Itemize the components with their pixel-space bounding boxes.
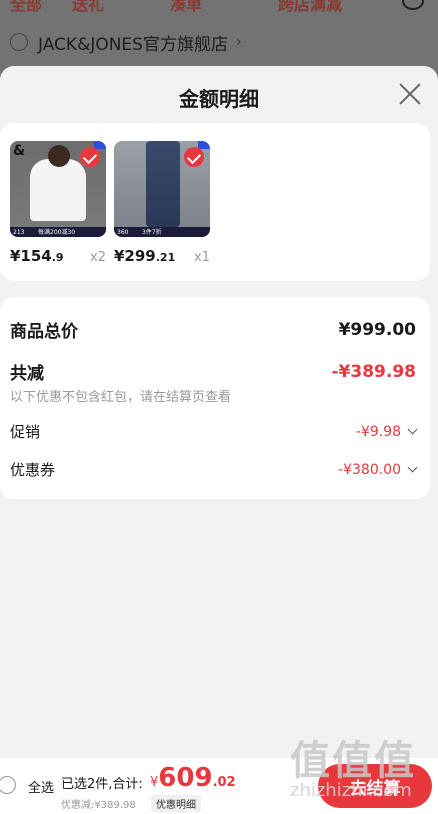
chevron-right-icon: › [235, 34, 242, 50]
discount-detail-button[interactable]: 优惠明细 [151, 795, 201, 812]
product-item[interactable]: 360 3件7折 ¥299.21 x1 [114, 141, 210, 265]
discount-label: 共减 [10, 364, 44, 384]
product-thumbnail[interactable]: & 213 每满200减30 [10, 141, 106, 237]
strip-text: 3件7折 [142, 229, 162, 236]
strip-badge: 213 [13, 229, 25, 236]
total-label: 商品总价 [10, 322, 78, 342]
product-item[interactable]: & 213 每满200减30 ¥154.9 x2 [10, 141, 106, 265]
strip-text: 每满200减30 [38, 229, 76, 236]
amount-detail-sheet: 金额明细 & 213 每满200减30 ¥154.9 x2 360 3件7折 ¥… [0, 66, 438, 814]
discount-value: -¥389.98 [331, 361, 417, 382]
promo-row[interactable]: 促销 -¥9.98 [10, 421, 418, 442]
select-all-label[interactable]: 全选 [28, 777, 54, 796]
model-jeans [146, 141, 180, 227]
product-qty: x2 [90, 250, 106, 265]
bottom-checkout-bar: 全选 已选2件,合计: ¥609.02 优惠减:¥389.98 优惠明细 去结算 [0, 758, 438, 814]
bottom-discount-note: 优惠减:¥389.98 [61, 800, 136, 811]
close-icon[interactable] [398, 82, 422, 106]
select-all-radio[interactable] [0, 776, 16, 794]
product-price: ¥299.21 [114, 247, 176, 265]
store-row[interactable]: JACK&JONES官方旗舰店 › [10, 30, 242, 55]
coupon-row[interactable]: 优惠券 -¥380.00 [10, 459, 418, 480]
checkmark-icon[interactable] [80, 147, 100, 167]
product-price: ¥154.9 [10, 247, 64, 265]
strip-badge: 360 [117, 229, 129, 236]
bg-tab-all[interactable]: 全部 [10, 0, 42, 15]
corner-tag [198, 141, 210, 149]
total-value: ¥999.00 [338, 319, 416, 340]
coupon-value[interactable]: -¥380.00 [338, 462, 418, 478]
brand-logo: & [13, 143, 26, 159]
sheet-title: 金额明细 [179, 87, 259, 111]
products-card: & 213 每满200减30 ¥154.9 x2 360 3件7折 ¥299.2… [0, 123, 430, 281]
store-select-radio[interactable] [10, 33, 28, 51]
discount-note: 以下优惠不包含红包，请在结算页查看 [10, 390, 232, 405]
summary-card: 商品总价 ¥999.00 共减 -¥389.98 以下优惠不包含红包，请在结算页… [0, 297, 430, 499]
corner-tag [94, 141, 106, 149]
chevron-down-icon[interactable] [407, 462, 418, 473]
promo-label: 促销 [10, 423, 41, 441]
product-qty: x1 [194, 250, 210, 265]
bg-tab-cross-store[interactable]: 跨店满减 [278, 0, 342, 15]
chevron-down-icon[interactable] [407, 424, 418, 435]
store-name: JACK&JONES官方旗舰店 [38, 34, 228, 55]
bg-tab-bundle[interactable]: 凑单 [170, 0, 202, 15]
model-head [48, 145, 70, 167]
discount-row: 共减 -¥389.98 [10, 359, 417, 385]
total-row: 商品总价 ¥999.00 [10, 317, 416, 343]
checkmark-icon[interactable] [184, 147, 204, 167]
promo-value[interactable]: -¥9.98 [356, 424, 418, 440]
coupon-label: 优惠券 [10, 461, 56, 479]
total-amount: ¥609.02 [150, 763, 236, 793]
product-thumbnail[interactable]: 360 3件7折 [114, 141, 210, 237]
selected-count-text: 已选2件,合计: [61, 777, 143, 792]
bg-tab-gift[interactable]: 送礼 [72, 0, 104, 15]
model-shirt [30, 159, 86, 221]
checkout-button[interactable]: 去结算 [318, 764, 432, 808]
